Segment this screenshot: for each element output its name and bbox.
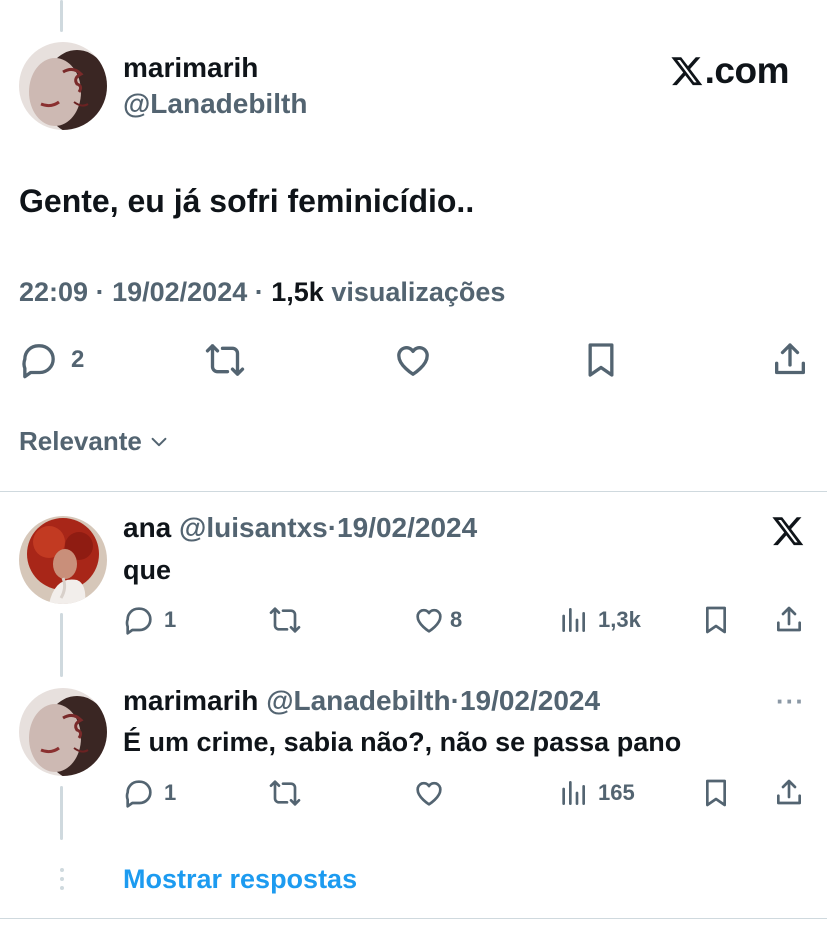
show-replies-link[interactable]: Mostrar respostas — [123, 864, 357, 895]
author-name[interactable]: marimarih — [123, 52, 258, 84]
avatar[interactable] — [19, 42, 107, 130]
tweet-time[interactable]: 22:09 — [19, 277, 88, 307]
view-count: 165 — [598, 780, 635, 805]
retweet-button[interactable] — [268, 604, 302, 636]
view-count: 1,3k — [598, 607, 641, 632]
avatar[interactable] — [19, 516, 107, 604]
separator: · — [254, 277, 264, 307]
tweet-text: Gente, eu já sofri feminicídio.. — [19, 183, 475, 219]
like-icon — [397, 346, 429, 376]
retweet-button[interactable] — [268, 777, 302, 809]
share-icon — [777, 779, 801, 805]
more-options-icon[interactable]: ··· — [776, 686, 805, 717]
reply-icon — [125, 607, 152, 635]
retweet-button[interactable] — [204, 340, 246, 380]
bookmark-button[interactable] — [700, 777, 732, 809]
bookmark-icon — [706, 606, 726, 634]
reply-header: ana @luisantxs·19/02/2024 — [123, 512, 477, 544]
like-button[interactable] — [412, 777, 446, 809]
retweet-icon — [205, 344, 245, 376]
tweet-date[interactable]: 19/02/2024 — [112, 277, 247, 307]
reply-icon — [125, 780, 152, 808]
site-badge: .com — [670, 50, 790, 92]
author-handle[interactable]: @Lanadebilth — [266, 685, 450, 716]
like-button[interactable]: 8 — [412, 604, 462, 636]
reply-text: É um crime, sabia não?, não se passa pan… — [123, 727, 682, 757]
bookmark-button[interactable] — [700, 604, 732, 636]
author-name[interactable]: marimarih — [123, 685, 258, 716]
share-button[interactable] — [773, 604, 805, 636]
retweet-icon — [269, 607, 301, 633]
reply-count: 1 — [164, 780, 177, 805]
views-icon — [562, 608, 585, 632]
reply-text: que — [123, 555, 172, 585]
author-name[interactable]: ana — [123, 512, 171, 543]
reply-count: 1 — [164, 607, 177, 632]
reply-button[interactable]: 1 — [123, 604, 176, 636]
separator: · — [95, 277, 105, 307]
bookmark-icon — [588, 343, 614, 377]
reply-header: marimarih @Lanadebilth·19/02/2024 — [123, 685, 600, 717]
author-handle[interactable]: @luisantxs — [179, 512, 328, 543]
sort-label: Relevante — [19, 426, 142, 456]
like-button[interactable] — [392, 340, 434, 380]
separator: · — [327, 512, 338, 543]
retweet-icon — [269, 780, 301, 806]
tweet-meta: 22:09 · 19/02/2024 · 1,5k visualizações — [19, 277, 505, 308]
reply-date[interactable]: 19/02/2024 — [460, 685, 600, 716]
views-icon — [562, 781, 585, 805]
thread-line-top — [60, 0, 63, 32]
like-count: 8 — [450, 607, 463, 632]
reply-date[interactable]: 19/02/2024 — [337, 512, 477, 543]
views-label: visualizações — [331, 277, 506, 307]
divider — [0, 918, 827, 919]
avatar[interactable] — [19, 688, 107, 776]
like-icon — [416, 608, 442, 633]
thread-dots — [60, 868, 64, 890]
share-button[interactable] — [770, 340, 810, 380]
sort-dropdown[interactable]: Relevante — [19, 426, 170, 457]
chevron-down-icon — [151, 437, 167, 446]
reply-icon — [22, 344, 55, 379]
views-button[interactable]: 1,3k — [557, 604, 641, 636]
reply-button[interactable]: 1 — [123, 777, 176, 809]
thread-line — [60, 786, 63, 840]
views-button[interactable]: 165 — [557, 777, 635, 809]
thread-line — [60, 613, 63, 677]
x-logo-icon — [772, 517, 804, 546]
view-count: 1,5k — [271, 277, 324, 307]
site-domain: .com — [704, 50, 790, 91]
reply-count: 2 — [71, 346, 85, 373]
share-icon — [777, 606, 801, 632]
divider — [0, 491, 827, 492]
bookmark-button[interactable] — [581, 340, 621, 380]
like-icon — [416, 781, 442, 806]
share-button[interactable] — [773, 777, 805, 809]
share-icon — [775, 343, 805, 375]
bookmark-icon — [706, 779, 726, 807]
separator: · — [450, 685, 460, 716]
reply-button[interactable]: 2 — [19, 340, 84, 380]
author-handle[interactable]: @Lanadebilth — [123, 88, 307, 120]
x-logo-icon — [671, 57, 702, 86]
